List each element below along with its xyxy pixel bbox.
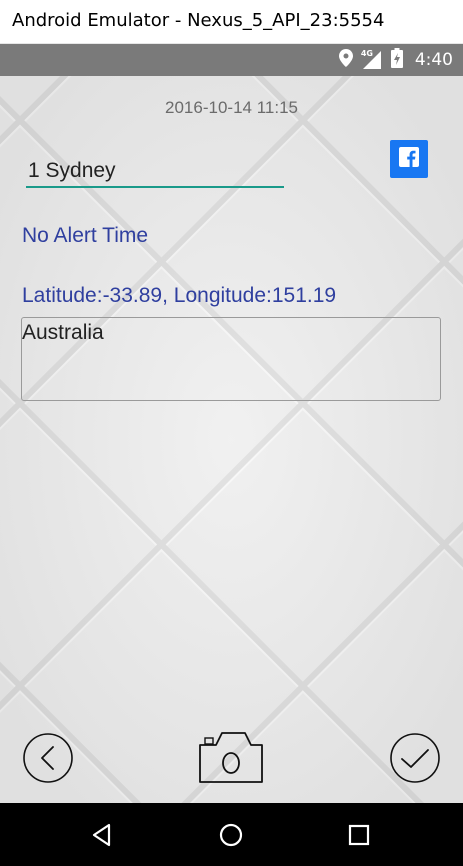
circle-home-icon [217,823,245,853]
back-button[interactable] [22,732,74,784]
nav-recents-button[interactable] [345,821,373,849]
nav-back-button[interactable] [89,821,117,849]
battery-icon [390,47,403,73]
checkmark-icon [389,733,441,788]
nav-home-button[interactable] [217,821,245,849]
triangle-back-icon [89,823,117,853]
coordinates-label: Latitude:-33.89, Longitude:151.19 [22,284,337,307]
notes-textarea[interactable]: Australia [21,317,441,401]
facebook-icon [399,146,419,172]
camera-button[interactable] [197,728,265,786]
status-bar: 4G 4:40 [0,44,463,76]
place-name-input[interactable] [26,156,284,188]
confirm-button[interactable] [389,732,441,784]
network-type-label: 4G [360,49,373,58]
location-icon [338,48,353,72]
window-title-bar: Android Emulator - Nexus_5_API_23:5554 [0,0,463,44]
alert-time-label[interactable]: No Alert Time [22,224,148,248]
square-recents-icon [345,824,373,853]
facebook-share-button[interactable] [390,140,428,178]
entry-datetime: 2016-10-14 11:15 [165,98,298,117]
entry-screen: 2016-10-14 11:15 No Alert Time Latitude:… [0,76,463,803]
window-title: Android Emulator - Nexus_5_API_23:5554 [12,10,385,31]
signal-icon: 4G [360,49,383,70]
android-nav-bar [0,803,463,866]
camera-icon [197,732,265,790]
back-arrow-icon [22,733,74,788]
status-time: 4:40 [414,50,453,70]
